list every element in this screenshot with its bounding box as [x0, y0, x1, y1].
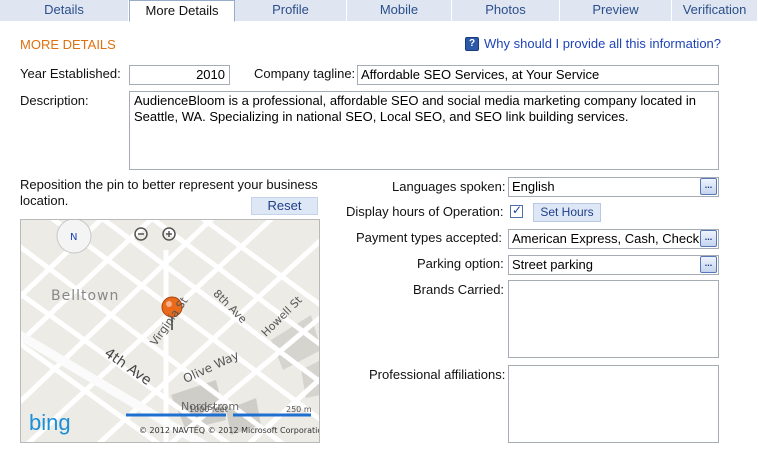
hours-checkbox[interactable]: [510, 203, 523, 218]
description-label: Description:: [20, 93, 89, 108]
map-scale-feet: 1000 feet: [189, 405, 228, 414]
year-label: Year Established:: [20, 66, 121, 81]
reset-button[interactable]: Reset: [251, 197, 318, 215]
help-book-icon: ?: [465, 36, 479, 51]
tab-profile[interactable]: Profile: [235, 0, 347, 21]
tab-more-details[interactable]: More Details: [129, 0, 235, 22]
tab-preview[interactable]: Preview: [560, 0, 672, 21]
brands-field[interactable]: [508, 280, 719, 358]
map-copyright: © 2012 NAVTEQ © 2012 Microsoft Corporati…: [139, 426, 320, 435]
hours-label: Display hours of Operation:: [346, 204, 504, 219]
languages-picker-button[interactable]: ...: [700, 178, 717, 195]
tab-details[interactable]: Details: [0, 0, 129, 21]
payment-label: Payment types accepted:: [356, 230, 502, 245]
tagline-field[interactable]: Affordable SEO Services, at Your Service: [357, 65, 719, 85]
map-label-belltown: Belltown: [51, 288, 120, 304]
languages-label: Languages spoken:: [392, 179, 506, 194]
payment-picker-button[interactable]: ...: [700, 230, 717, 247]
brands-label: Brands Carried:: [413, 282, 505, 297]
tagline-label: Company tagline:: [254, 66, 356, 81]
parking-label: Parking option:: [417, 256, 504, 271]
year-field[interactable]: 2010: [129, 65, 230, 85]
help-link[interactable]: Why should I provide all this informatio…: [484, 36, 721, 51]
map-scale-meters: 250 m: [286, 405, 312, 414]
bing-logo: bing: [29, 410, 71, 435]
tab-bar: Details More Details Profile Mobile Phot…: [0, 0, 758, 22]
description-field[interactable]: AudienceBloom is a professional, afforda…: [129, 91, 719, 170]
parking-picker-button[interactable]: ...: [700, 256, 717, 273]
payment-field[interactable]: American Express, Cash, Check: [508, 229, 719, 249]
help-link-row[interactable]: ? Why should I provide all this informat…: [465, 36, 721, 51]
affiliations-field[interactable]: [508, 365, 719, 443]
languages-field[interactable]: English: [508, 177, 719, 197]
location-map[interactable]: N Belltown 4th Ave Olive Way Virginia St…: [20, 219, 320, 443]
tab-mobile[interactable]: Mobile: [347, 0, 452, 21]
tab-verification[interactable]: Verification: [672, 0, 758, 21]
affiliations-label: Professional affiliations:: [369, 367, 506, 382]
svg-text:N: N: [70, 232, 77, 243]
set-hours-button[interactable]: Set Hours: [533, 203, 601, 222]
section-title: MORE DETAILS: [20, 37, 116, 52]
parking-field[interactable]: Street parking: [508, 255, 719, 275]
tab-photos[interactable]: Photos: [452, 0, 560, 21]
